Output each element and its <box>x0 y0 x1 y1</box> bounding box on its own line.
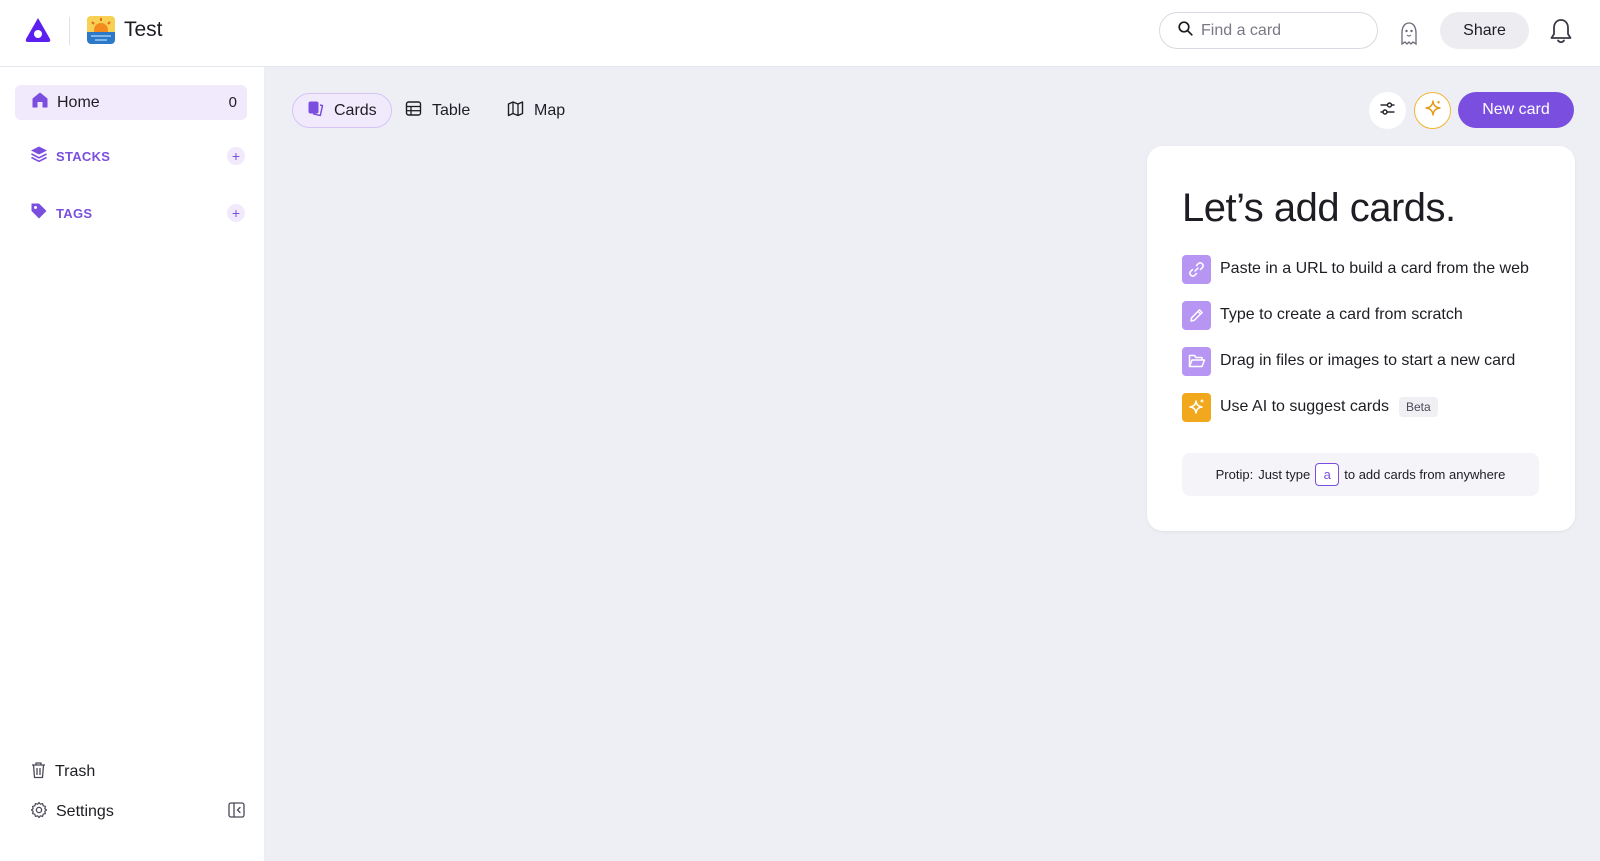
tag-icon <box>30 202 48 225</box>
tab-table[interactable]: Table <box>391 93 484 128</box>
tab-label: Map <box>534 101 566 119</box>
tab-map[interactable]: Map <box>493 93 579 128</box>
trash-label: Trash <box>55 763 96 780</box>
sidebar-section-stacks[interactable]: STACKS + <box>30 144 245 168</box>
sidebar-item-label: Home <box>57 93 100 111</box>
tab-label: Table <box>432 101 471 119</box>
tip-text: Use AI to suggest cards <box>1220 398 1389 415</box>
sliders-icon <box>1379 100 1396 122</box>
empty-state-title: Let’s add cards. <box>1182 186 1456 230</box>
workspace-title[interactable]: Test <box>124 18 163 42</box>
sidebar-item-trash[interactable]: Trash <box>30 760 245 784</box>
collapse-sidebar-icon[interactable] <box>228 801 245 823</box>
sunrise-emoji-icon[interactable] <box>87 16 115 44</box>
home-card-count: 0 <box>228 94 237 111</box>
tip-text: Type to create a card from scratch <box>1220 306 1463 323</box>
shortcut-key: a <box>1315 463 1340 486</box>
protip-after: to add cards from anywhere <box>1344 467 1506 482</box>
tip-type: Type to create a card from scratch <box>1182 300 1463 330</box>
tip-paste-url: Paste in a URL to build a card from the … <box>1182 254 1529 284</box>
home-icon <box>31 91 49 114</box>
sidebar-item-home[interactable]: Home 0 <box>15 85 247 120</box>
protip-box: Protip: Just type a to add cards from an… <box>1182 453 1539 496</box>
search-box[interactable] <box>1159 12 1378 49</box>
tab-label: Cards <box>334 101 377 119</box>
tip-drag-files: Drag in files or images to start a new c… <box>1182 346 1515 376</box>
link-icon <box>1182 254 1211 284</box>
logo-icon[interactable] <box>24 16 52 44</box>
tab-cards[interactable]: Cards <box>292 93 392 128</box>
tags-label: TAGS <box>56 205 93 221</box>
table-icon <box>405 100 422 122</box>
folder-icon <box>1182 346 1211 376</box>
stacks-icon <box>30 145 48 168</box>
top-bar: Test Share <box>0 0 1600 67</box>
beta-badge: Beta <box>1398 397 1438 417</box>
main-area: Cards Table Map New card Let’s add cards… <box>265 67 1600 861</box>
share-button[interactable]: Share <box>1440 12 1529 49</box>
map-icon <box>507 100 524 122</box>
protip-label: Protip: <box>1215 467 1254 482</box>
search-input[interactable] <box>1201 21 1371 40</box>
avatar-icon[interactable] <box>1397 20 1421 46</box>
bell-icon[interactable] <box>1548 17 1574 45</box>
cards-icon <box>307 100 324 122</box>
settings-label: Settings <box>56 803 114 820</box>
sidebar-section-tags[interactable]: TAGS + <box>30 201 245 225</box>
tip-ai-suggest: Use AI to suggest cards Beta <box>1182 392 1438 422</box>
sparkle-icon <box>1424 99 1442 122</box>
protip-before: Just type <box>1258 467 1311 482</box>
pencil-icon <box>1182 300 1211 330</box>
tip-text: Drag in files or images to start a new c… <box>1220 352 1516 369</box>
sidebar: Home 0 STACKS + TAGS + Trash Settings <box>0 67 265 861</box>
gear-icon <box>30 801 48 824</box>
ai-suggest-button[interactable] <box>1414 92 1451 129</box>
add-stack-button[interactable]: + <box>227 147 245 165</box>
search-icon <box>1178 20 1193 41</box>
trash-icon <box>30 761 47 784</box>
filter-button[interactable] <box>1369 92 1406 129</box>
header-divider <box>69 17 70 45</box>
new-card-button[interactable]: New card <box>1458 92 1574 128</box>
stacks-label: STACKS <box>56 148 111 164</box>
tip-text: Paste in a URL to build a card from the … <box>1220 260 1529 277</box>
sparkle-icon <box>1182 392 1211 422</box>
add-tag-button[interactable]: + <box>227 204 245 222</box>
empty-state-panel: Let’s add cards. Paste in a URL to build… <box>1147 146 1575 531</box>
sidebar-item-settings[interactable]: Settings <box>30 800 245 824</box>
